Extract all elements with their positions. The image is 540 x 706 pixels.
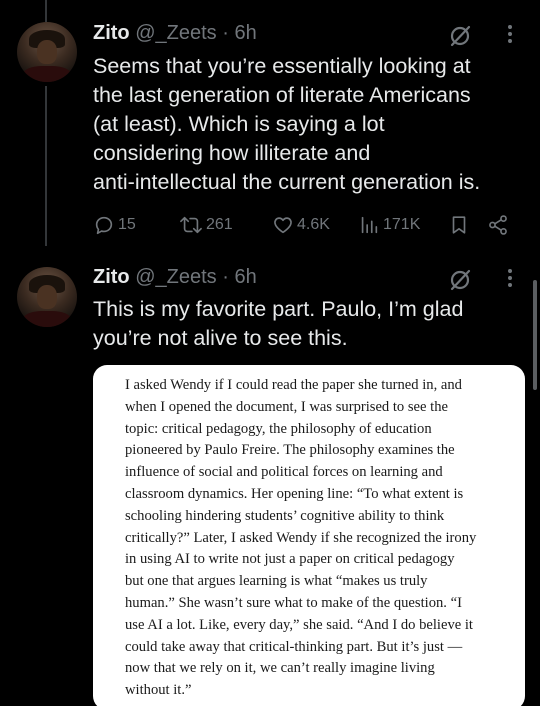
tweet-text-line: This is my favorite part. Paulo, I’m gla… [93,297,464,321]
excerpt-line: pioneered by Paulo Freire. The philosoph… [125,442,455,459]
tweet-text-line: you’re not alive to see this. [93,326,348,350]
like-button[interactable]: 4.6K [272,213,330,237]
scrollbar[interactable] [533,280,537,390]
share-button[interactable] [487,213,509,237]
tweet-text: This is my favorite part. Paulo, I’m gla… [93,295,523,353]
thread-connector [45,86,47,246]
tweet-text-line: the last generation of literate American… [93,83,471,107]
excerpt-line: could take away that critical-thinking p… [125,638,463,655]
more-vertical-icon[interactable] [505,266,515,290]
excerpt-line: in using AI to write not just a paper on… [125,551,455,568]
like-count: 4.6K [297,216,330,233]
reply-button[interactable]: 15 [93,213,136,237]
reply-count: 15 [118,216,136,233]
excerpt-line: classroom dynamics. Her opening line: “T… [125,485,464,502]
display-name[interactable]: Zito [93,22,130,44]
excerpt-line: without it.” [125,682,192,699]
excerpt-line: influence of social and political forces… [125,464,443,481]
repost-button[interactable]: 261 [179,213,233,237]
reply-bubble-icon [95,216,113,235]
separator-dot: · [222,266,229,288]
share-icon [489,215,507,235]
excerpt-line: human.” She wasn’t sure what to make of … [125,594,462,611]
views-bar-icon [361,216,378,234]
grok-slash-icon[interactable] [448,24,472,48]
user-handle[interactable]: @_Zeets [135,22,216,44]
more-vertical-icon[interactable] [505,22,515,46]
display-name[interactable]: Zito [93,266,130,288]
bookmark-icon [452,216,466,234]
excerpt-line: schooling hindering students’ cognitive … [125,507,445,524]
grok-slash-icon[interactable] [448,268,472,292]
tweet-text: Seems that you’re essentially looking at… [93,52,523,197]
bookmark-button[interactable] [448,213,470,237]
attached-image[interactable]: I asked Wendy if I could read the paper … [93,365,525,706]
tweet-header: Zito @_Zeets · 6h [93,20,257,46]
article-excerpt: I asked Wendy if I could read the paper … [125,375,510,702]
timestamp[interactable]: 6h [234,266,256,288]
tweet-actions: 15 261 4.6K 171K [93,213,523,237]
tweet-text-line: Seems that you’re essentially looking at [93,54,471,78]
tweet-text-line: anti-intellectual the current generation… [93,170,481,194]
avatar[interactable] [17,267,77,327]
excerpt-line: use AI a lot. Like, every day,” she said… [125,616,473,633]
repost-count: 261 [206,216,233,233]
excerpt-line: topic: critical pedagogy, the philosophy… [125,420,432,437]
tweet-text-line: considering how illiterate and [93,141,371,165]
repost-arrows-icon [180,216,202,234]
views-count: 171K [383,216,421,233]
excerpt-line: I asked Wendy if I could read the paper … [125,377,462,393]
heart-icon [274,217,292,234]
user-handle[interactable]: @_Zeets [135,266,216,288]
excerpt-line: but one that argues learning is what “ma… [125,573,428,590]
excerpt-line: when I opened the document, I was surpri… [125,398,448,415]
views-button[interactable]: 171K [358,213,420,237]
thread-connector-top [45,0,47,22]
separator-dot: · [222,22,229,44]
tweet-text-line: (at least). Which is saying a lot [93,112,385,136]
avatar[interactable] [17,22,77,82]
timestamp[interactable]: 6h [234,22,256,44]
excerpt-line: now that we rely on it, we can’t really … [125,660,435,677]
tweet-header: Zito @_Zeets · 6h [93,264,257,290]
excerpt-line: critically?” Later, I asked Wendy if she… [125,529,477,546]
